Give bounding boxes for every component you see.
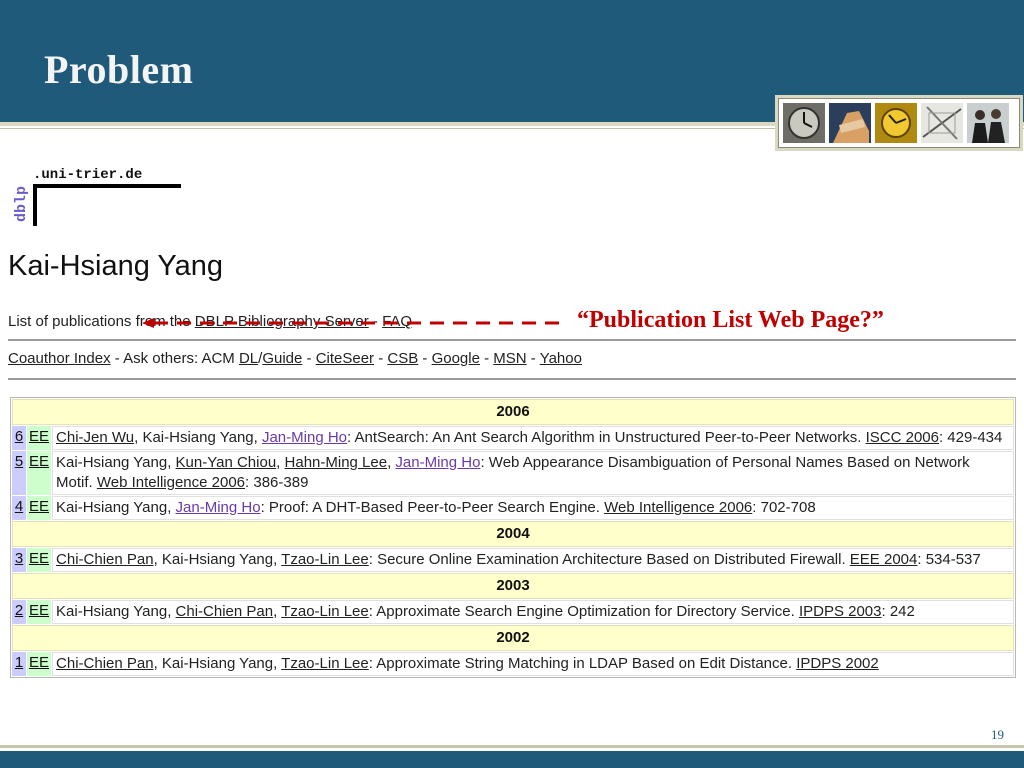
annotation-label: “Publication List Web Page?” xyxy=(577,307,884,333)
footer-band xyxy=(0,751,1024,768)
author-link[interactable]: Kun-Yan Chiou xyxy=(176,454,277,471)
year-header: 2004 xyxy=(12,521,1014,547)
publication-entry: Chi-Jen Wu, Kai-Hsiang Yang, Jan-Ming Ho… xyxy=(52,426,1014,450)
divider xyxy=(8,339,1016,341)
dblp-logo-text: dblp xyxy=(13,186,30,222)
link-separator: - xyxy=(302,350,316,367)
table-row: 4 EE Kai-Hsiang Yang, Jan-Ming Ho: Proof… xyxy=(12,496,1014,520)
page-range: : 702-708 xyxy=(752,499,816,516)
publication-entry: Kai-Hsiang Yang, Jan-Ming Ho: Proof: A D… xyxy=(52,496,1014,520)
ee-link[interactable]: EE xyxy=(29,550,49,567)
logo-bar-horizontal xyxy=(33,184,181,188)
entry-number-link[interactable]: 2 xyxy=(15,602,23,619)
venue-link[interactable]: ISCC 2006 xyxy=(866,429,939,446)
page-number: 19 xyxy=(991,727,1004,742)
acm-dl-link[interactable]: DL xyxy=(239,350,258,367)
publication-entry: Chi-Chien Pan, Kai-Hsiang Yang, Tzao-Lin… xyxy=(52,652,1014,676)
clock-photo-icon xyxy=(783,103,825,143)
author-link[interactable]: Jan-Ming Ho xyxy=(176,499,261,516)
ee-link[interactable]: EE xyxy=(29,654,49,671)
msn-link[interactable]: MSN xyxy=(493,350,526,367)
link-separator: - xyxy=(418,350,432,367)
coauthor-index-link[interactable]: Coauthor Index xyxy=(8,350,111,367)
acm-guide-link[interactable]: Guide xyxy=(262,350,302,367)
publication-title: : Proof: A DHT-Based Peer-to-Peer Search… xyxy=(260,499,605,516)
ask-others-text: - Ask others: ACM xyxy=(110,350,239,367)
author-link[interactable]: Hahn-Ming Lee xyxy=(285,454,388,471)
annotation-arrow-icon xyxy=(142,318,568,328)
publication-title: : AntSearch: An Ant Search Algorithm in … xyxy=(347,429,866,446)
footer-rule xyxy=(0,745,1024,748)
year-row: 2006 xyxy=(12,399,1014,425)
business-people-photo-icon xyxy=(967,103,1009,143)
venue-link[interactable]: IPDPS 2002 xyxy=(796,655,879,672)
publication-entry: Chi-Chien Pan, Kai-Hsiang Yang, Tzao-Lin… xyxy=(52,548,1014,572)
venue-link[interactable]: Web Intelligence 2006 xyxy=(97,474,245,491)
author-link[interactable]: Jan-Ming Ho xyxy=(395,454,480,471)
dblp-domain-text: .uni-trier.de xyxy=(33,167,143,183)
year-row: 2003 xyxy=(12,573,1014,599)
ee-link[interactable]: EE xyxy=(29,428,49,445)
table-row: 2 EE Kai-Hsiang Yang, Chi-Chien Pan, Tza… xyxy=(12,600,1014,624)
publication-title: : Approximate Search Engine Optimization… xyxy=(368,603,799,620)
ee-link[interactable]: EE xyxy=(29,602,49,619)
publication-entry: Kai-Hsiang Yang, Kun-Yan Chiou, Hahn-Min… xyxy=(52,451,1014,495)
author-link[interactable]: Tzao-Lin Lee xyxy=(281,603,369,620)
year-header: 2003 xyxy=(12,573,1014,599)
entry-number-link[interactable]: 4 xyxy=(15,498,23,515)
logo-bar-vertical xyxy=(33,184,37,226)
yellow-clock-photo-icon xyxy=(875,103,917,143)
author-link[interactable]: Chi-Chien Pan xyxy=(56,655,154,672)
publication-title: : Secure Online Examination Architecture… xyxy=(368,551,850,568)
venue-link[interactable]: IPDPS 2003 xyxy=(799,603,882,620)
author-link[interactable]: Jan-Ming Ho xyxy=(262,429,347,446)
author-link[interactable]: Tzao-Lin Lee xyxy=(281,551,369,568)
table-row: 3 EE Chi-Chien Pan, Kai-Hsiang Yang, Tza… xyxy=(12,548,1014,572)
divider xyxy=(8,378,1016,380)
coauthor-links-line: Coauthor Index - Ask others: ACM DL/Guid… xyxy=(8,350,582,367)
entry-number-link[interactable]: 3 xyxy=(15,550,23,567)
citeseer-link[interactable]: CiteSeer xyxy=(316,350,374,367)
ee-link[interactable]: EE xyxy=(29,498,49,515)
year-row: 2004 xyxy=(12,521,1014,547)
venue-link[interactable]: EEE 2004 xyxy=(850,551,918,568)
slide-title: Problem xyxy=(44,47,194,92)
drafting-tools-photo-icon xyxy=(921,103,963,143)
photo-strip xyxy=(778,98,1020,148)
table-row: 6 EE Chi-Jen Wu, Kai-Hsiang Yang, Jan-Mi… xyxy=(12,426,1014,450)
publication-table: 2006 6 EE Chi-Jen Wu, Kai-Hsiang Yang, J… xyxy=(10,397,1016,678)
slide-footer-area xyxy=(0,720,1024,745)
entry-number-link[interactable]: 1 xyxy=(15,654,23,671)
table-row: 1 EE Chi-Chien Pan, Kai-Hsiang Yang, Tza… xyxy=(12,652,1014,676)
yahoo-link[interactable]: Yahoo xyxy=(540,350,582,367)
entry-number-link[interactable]: 5 xyxy=(15,453,23,470)
running-person-photo-icon xyxy=(829,103,871,143)
table-row: 5 EE Kai-Hsiang Yang, Kun-Yan Chiou, Hah… xyxy=(12,451,1014,495)
link-separator: - xyxy=(526,350,540,367)
year-row: 2002 xyxy=(12,625,1014,651)
link-separator: - xyxy=(479,350,494,367)
page-range: : 429-434 xyxy=(938,429,1003,446)
publication-entry: Kai-Hsiang Yang, Chi-Chien Pan, Tzao-Lin… xyxy=(52,600,1014,624)
page-range: : 386-389 xyxy=(245,474,309,491)
google-link[interactable]: Google xyxy=(432,350,480,367)
year-header: 2002 xyxy=(12,625,1014,651)
csb-link[interactable]: CSB xyxy=(387,350,418,367)
link-separator: - xyxy=(374,350,388,367)
dblp-logo: dblp xyxy=(13,186,30,222)
publication-title: : Approximate String Matching in LDAP Ba… xyxy=(368,655,797,672)
author-link[interactable]: Chi-Chien Pan xyxy=(56,551,154,568)
page-range: : 534-537 xyxy=(917,551,981,568)
year-header: 2006 xyxy=(12,399,1014,425)
author-link[interactable]: Chi-Jen Wu xyxy=(56,429,134,446)
venue-link[interactable]: Web Intelligence 2006 xyxy=(604,499,752,516)
author-link[interactable]: Chi-Chien Pan xyxy=(176,603,274,620)
author-link[interactable]: Tzao-Lin Lee xyxy=(281,655,369,672)
author-heading: Kai-Hsiang Yang xyxy=(8,250,223,282)
ee-link[interactable]: EE xyxy=(29,453,49,470)
page-range: : 242 xyxy=(881,603,915,620)
entry-number-link[interactable]: 6 xyxy=(15,428,23,445)
